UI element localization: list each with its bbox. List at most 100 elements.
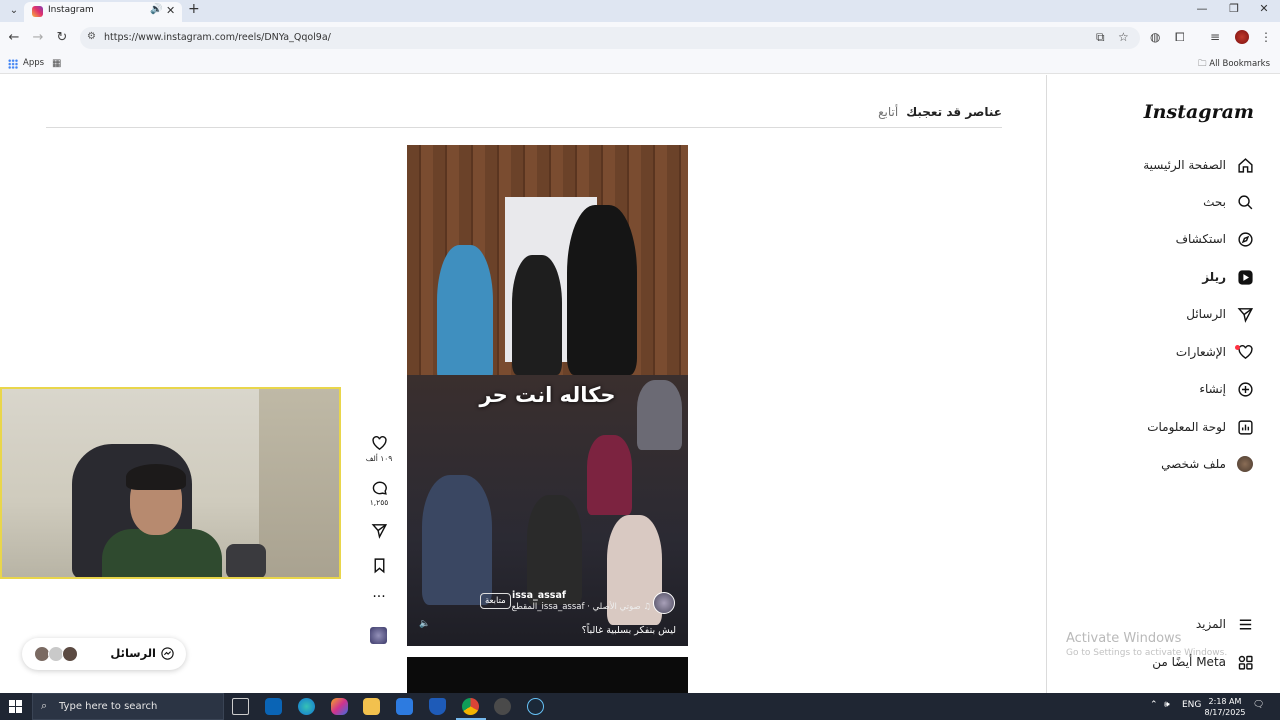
taskbar-search[interactable]: ⌕ Type here to search: [32, 693, 224, 720]
video-person: [437, 245, 493, 385]
sidebar-item-search[interactable]: بحث: [1203, 190, 1254, 214]
extension-icon[interactable]: ◍: [1150, 30, 1160, 44]
like-button[interactable]: ١٠٩ ألف: [361, 435, 397, 463]
store-icon[interactable]: [396, 698, 413, 715]
sidebar-item-notifications[interactable]: الإشعارات: [1176, 340, 1254, 364]
likes-count: ١٠٩ ألف: [365, 454, 393, 463]
defender-icon[interactable]: [429, 698, 446, 715]
sidebar-item-profile[interactable]: ملف شخصي: [1161, 452, 1254, 476]
tab-groups-icon[interactable]: ▦: [52, 58, 61, 69]
share-button[interactable]: [361, 522, 397, 539]
reload-button[interactable]: ↻: [54, 30, 70, 45]
task-view-icon[interactable]: [232, 698, 249, 715]
reel-overlay-text: حكاله انت حر: [479, 383, 616, 407]
more-dots-icon: ···: [372, 589, 386, 605]
hamburger-menu-icon: [1236, 615, 1254, 633]
avatar: [62, 646, 78, 662]
sidebar-item-dashboard[interactable]: لوحة المعلومات: [1147, 415, 1254, 439]
messenger-icon: [160, 646, 176, 662]
share-icon: [371, 524, 387, 539]
outlook-icon[interactable]: [265, 698, 282, 715]
tab-search-chevron-icon[interactable]: ⌄: [6, 3, 22, 19]
all-bookmarks-link[interactable]: 🗀 All Bookmarks: [1198, 58, 1270, 72]
video-person: [587, 435, 632, 515]
video-person: [527, 495, 582, 605]
apps-bookmark[interactable]: Apps: [23, 58, 44, 68]
apps-grid-icon[interactable]: [8, 59, 18, 69]
reel-author-avatar[interactable]: [653, 592, 675, 614]
search-icon: [1236, 193, 1254, 211]
create-icon: [1236, 380, 1254, 398]
notification-dot: [1235, 345, 1240, 350]
dashboard-icon: [1236, 418, 1254, 436]
profile-avatar-icon[interactable]: [1235, 30, 1249, 44]
file-explorer-icon[interactable]: [363, 698, 380, 715]
restore-button[interactable]: ❐: [1224, 2, 1244, 15]
profile-avatar: [1236, 455, 1254, 473]
sidebar-divider: [1046, 75, 1047, 693]
more-options-button[interactable]: ···: [361, 589, 397, 605]
volume-icon[interactable]: 🕪: [1164, 700, 1170, 710]
back-button[interactable]: ←: [6, 30, 22, 45]
audio-thumbnail[interactable]: [370, 627, 387, 644]
sidebar-item-also-from-meta[interactable]: أيضًا من Meta: [1152, 650, 1254, 674]
tray-chevron-icon[interactable]: ⌃: [1150, 700, 1158, 710]
webcam-overlay: [0, 387, 341, 579]
mute-toggle-icon[interactable]: 🔈: [419, 619, 433, 633]
browser-tab[interactable]: Instagram 🔊 ✕: [24, 2, 182, 22]
video-person: [512, 255, 562, 375]
sidebar-item-reels[interactable]: ريلز: [1202, 265, 1254, 289]
bookmarks-bar: Apps ▦ 🗀 All Bookmarks: [0, 54, 1280, 74]
sidebar-item-home[interactable]: الصفحة الرئيسية: [1143, 153, 1254, 177]
reels-feed-header: عناصر قد تعجبك أتابع: [46, 103, 1002, 128]
bookmark-star-icon[interactable]: ☆: [1118, 30, 1129, 44]
close-window-button[interactable]: ✕: [1254, 2, 1274, 15]
address-bar[interactable]: ⚙ https://www.instagram.com/reels/DNYa_Q…: [80, 27, 1140, 49]
taskbar-clock[interactable]: 2:18 AM 8/17/2025: [1203, 696, 1247, 718]
search-icon: ⌕: [41, 699, 48, 712]
folder-icon: 🗀: [1198, 59, 1207, 69]
sidebar-item-create[interactable]: إنشاء: [1199, 377, 1254, 401]
home-icon: [1236, 156, 1254, 174]
windows-taskbar: ⌕ Type here to search ⌃ 🕪 ENG 2:18 AM 8/…: [0, 693, 1280, 720]
close-tab-icon[interactable]: ✕: [166, 4, 175, 17]
media-control-icon[interactable]: ≡: [1210, 30, 1220, 44]
edge-icon[interactable]: [298, 698, 315, 715]
tab-title: Instagram: [48, 5, 94, 15]
sidebar-item-explore[interactable]: استكشاف: [1176, 227, 1254, 251]
chrome-icon[interactable]: [462, 698, 479, 715]
sidebar-item-messages[interactable]: الرسائل: [1186, 302, 1254, 326]
heart-icon: [1235, 343, 1254, 361]
follow-button[interactable]: متابعة: [480, 593, 511, 609]
browser-toolbar: ← → ↻ ⚙ https://www.instagram.com/reels/…: [0, 22, 1280, 54]
notification-center-icon[interactable]: 🗨: [1253, 700, 1264, 710]
save-button[interactable]: [361, 557, 397, 574]
copilot-icon[interactable]: [331, 698, 348, 715]
tab-following[interactable]: أتابع: [878, 105, 898, 119]
forward-button[interactable]: →: [30, 30, 46, 45]
speaker-icon[interactable]: 🔊: [150, 4, 162, 15]
reel-audio-text[interactable]: ♫ صوتي الأصلي · issa_assaf_المقطع: [511, 602, 651, 612]
minimize-button[interactable]: —: [1192, 2, 1212, 15]
url-text[interactable]: https://www.instagram.com/reels/DNYa_Qqo…: [104, 32, 331, 43]
reel-video[interactable]: حكاله انت حر issa_assaf متابعة ♫ صوتي ال…: [407, 145, 688, 646]
instagram-logo[interactable]: Instagram: [1144, 101, 1254, 123]
comments-count: ١,٢٥٥: [369, 498, 389, 507]
reel-username[interactable]: issa_assaf: [512, 590, 566, 601]
sidebar-item-more[interactable]: المزيد: [1196, 612, 1254, 636]
microphone: [226, 544, 266, 577]
tab-suggested[interactable]: عناصر قد تعجبك: [906, 105, 1002, 119]
extensions-puzzle-icon[interactable]: ⧠: [1175, 30, 1185, 45]
comment-button[interactable]: ١,٢٥٥: [361, 479, 397, 507]
obs-icon[interactable]: [494, 698, 511, 715]
steam-icon[interactable]: [527, 698, 544, 715]
messages-floating-button[interactable]: الرسائل: [22, 638, 186, 670]
next-reel-preview[interactable]: [407, 657, 688, 693]
chrome-menu-icon[interactable]: ⋮: [1260, 30, 1272, 44]
new-tab-button[interactable]: +: [188, 1, 200, 17]
site-info-icon[interactable]: ⚙: [87, 31, 96, 42]
install-app-icon[interactable]: ⧉: [1096, 30, 1105, 45]
windows-start-icon[interactable]: [9, 700, 22, 713]
language-indicator[interactable]: ENG: [1182, 700, 1201, 710]
heart-outline-icon: [371, 436, 387, 451]
